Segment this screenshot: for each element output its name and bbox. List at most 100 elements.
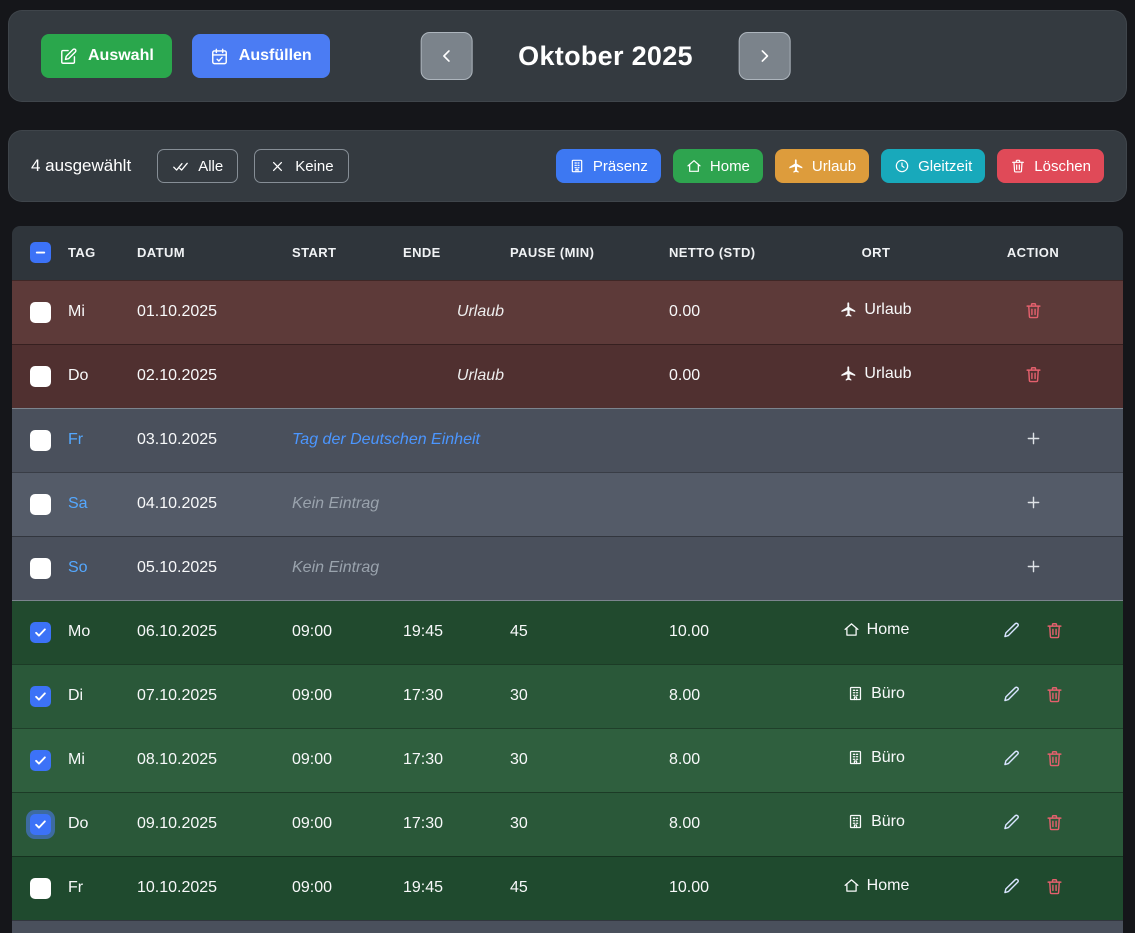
start-cell: 09:00	[292, 664, 403, 728]
table-row: Do02.10.2025Urlaub0.00Urlaub	[12, 344, 1123, 408]
airplane-icon	[788, 158, 804, 174]
praesenz-button[interactable]: Präsenz	[556, 149, 661, 183]
row-checkbox[interactable]	[30, 558, 51, 579]
netto-cell: 8.00	[669, 664, 809, 728]
day-cell: Mo	[68, 600, 137, 664]
row-checkbox[interactable]	[30, 366, 51, 387]
row-checkbox[interactable]	[30, 430, 51, 451]
action-cell	[943, 472, 1123, 536]
add-entry-button[interactable]	[1022, 427, 1045, 450]
row-checkbox[interactable]	[30, 686, 51, 707]
home-icon	[843, 621, 860, 638]
trash-icon	[1045, 749, 1064, 768]
select-none-button[interactable]: Keine	[254, 149, 348, 183]
auswahl-label: Auswahl	[88, 47, 154, 65]
gleitzeit-button[interactable]: Gleitzeit	[881, 149, 985, 183]
netto-cell	[669, 408, 809, 472]
urlaub-button[interactable]: Urlaub	[775, 149, 869, 183]
start-cell: 09:00	[292, 792, 403, 856]
date-cell: 06.10.2025	[137, 600, 292, 664]
delete-button[interactable]	[1043, 683, 1066, 706]
add-entry-button[interactable]	[1022, 491, 1045, 514]
toolbar-buttons: Auswahl Ausfüllen	[41, 34, 330, 78]
delete-button[interactable]	[1043, 875, 1066, 898]
delete-button[interactable]	[1043, 747, 1066, 770]
select-none-label: Keine	[295, 158, 333, 175]
netto-cell: 8.00	[669, 792, 809, 856]
ort-value: Büro	[847, 685, 905, 703]
select-all-checkbox[interactable]	[30, 242, 51, 263]
airplane-icon	[788, 158, 804, 174]
pause-cell: 30	[510, 664, 669, 728]
note-cell: Urlaub	[292, 344, 669, 408]
loeschen-button[interactable]: Löschen	[997, 149, 1104, 183]
add-entry-button[interactable]	[1022, 555, 1045, 578]
row-checkbox[interactable]	[30, 494, 51, 515]
select-all-button[interactable]: Alle	[157, 149, 238, 183]
check-all-icon	[172, 158, 189, 175]
pencil-icon	[1002, 685, 1021, 704]
start-cell: 09:00	[292, 728, 403, 792]
delete-button[interactable]	[1022, 299, 1045, 322]
home-button[interactable]: Home	[673, 149, 763, 183]
auswahl-button[interactable]: Auswahl	[41, 34, 172, 78]
row-checkbox[interactable]	[30, 302, 51, 323]
x-icon	[269, 158, 286, 175]
delete-button[interactable]	[1043, 811, 1066, 834]
check-icon	[33, 753, 48, 768]
row-checkbox[interactable]	[30, 878, 51, 899]
edit-button[interactable]	[1000, 747, 1023, 770]
ort-cell	[809, 536, 943, 600]
building-icon	[569, 158, 585, 174]
table-row: So05.10.2025Kein Eintrag	[12, 536, 1123, 600]
trash-icon	[1045, 685, 1064, 704]
trash-icon	[1045, 813, 1064, 832]
prev-month-button[interactable]	[420, 32, 472, 80]
trash-icon	[1024, 301, 1043, 320]
edit-button[interactable]	[1000, 875, 1023, 898]
building-icon	[847, 813, 864, 830]
next-month-button[interactable]	[739, 32, 791, 80]
day-cell: Fr	[68, 408, 137, 472]
building-icon	[847, 685, 864, 702]
date-cell: 04.10.2025	[137, 472, 292, 536]
edit-button[interactable]	[1000, 811, 1023, 834]
edit-button[interactable]	[1000, 619, 1023, 642]
table-body: Mi01.10.2025Urlaub0.00UrlaubDo02.10.2025…	[12, 280, 1123, 933]
ort-cell: Büro	[809, 728, 943, 792]
ende-cell: 17:30	[403, 728, 510, 792]
pencil-icon	[1002, 813, 1021, 832]
praesenz-label: Präsenz	[593, 158, 648, 175]
date-cell: 03.10.2025	[137, 408, 292, 472]
trash-icon	[1045, 877, 1064, 896]
ort-cell: Urlaub	[809, 344, 943, 408]
delete-button[interactable]	[1043, 619, 1066, 642]
ort-value: Home	[843, 877, 910, 895]
plus-icon	[1024, 493, 1043, 512]
note-cell: Kein Eintrag	[292, 472, 669, 536]
toolbar: Auswahl Ausfüllen Oktober 2025	[8, 10, 1127, 102]
select-all-label: Alle	[198, 158, 223, 175]
ende-cell: 17:30	[403, 792, 510, 856]
ort-value: Büro	[847, 813, 905, 831]
day-cell: Do	[68, 344, 137, 408]
ausfuellen-button[interactable]: Ausfüllen	[192, 34, 330, 78]
col-header-ort: ORT	[809, 226, 943, 280]
edit-button[interactable]	[1000, 683, 1023, 706]
bulk-actions: Präsenz Home Urlaub Gleitzeit Löschen	[556, 149, 1104, 183]
pencil-square-icon	[59, 47, 78, 66]
time-table: TAG DATUM START ENDE PAUSE (MIN) NETTO (…	[12, 226, 1123, 933]
ort-label: Urlaub	[864, 365, 911, 383]
table-row: Mo06.10.202509:0019:454510.00Home	[12, 600, 1123, 664]
pause-cell: 45	[510, 856, 669, 920]
delete-button[interactable]	[1022, 363, 1045, 386]
month-title: Oktober 2025	[518, 41, 693, 72]
row-checkbox[interactable]	[30, 622, 51, 643]
row-checkbox[interactable]	[30, 814, 51, 835]
row-checkbox[interactable]	[30, 750, 51, 771]
ort-value: Urlaub	[840, 301, 911, 319]
check-all-icon	[172, 158, 189, 175]
action-cell	[943, 792, 1123, 856]
date-cell: 08.10.2025	[137, 728, 292, 792]
action-cell	[943, 856, 1123, 920]
